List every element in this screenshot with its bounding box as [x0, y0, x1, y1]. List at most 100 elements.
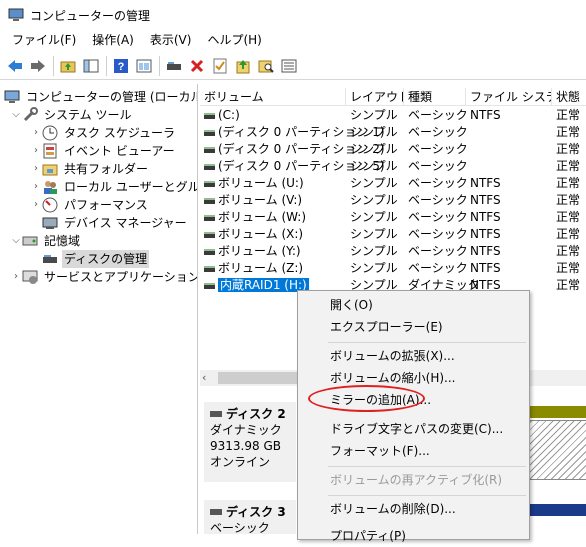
column-volume[interactable]: ボリューム [200, 88, 346, 106]
chevron-right-icon[interactable]: › [30, 124, 42, 142]
chevron-right-icon[interactable]: › [30, 178, 42, 196]
chevron-right-icon[interactable]: › [10, 268, 22, 286]
column-status[interactable]: 状態 [552, 88, 586, 106]
table-row[interactable]: ボリューム (V:) シンプル ベーシック NTFS 正常 [200, 192, 586, 209]
services-icon [22, 269, 38, 285]
menu-file[interactable]: ファイル(F) [4, 30, 84, 50]
disk-3-title: ディスク 3 [210, 504, 290, 520]
volume-name-cell: ボリューム (X:) [200, 226, 303, 243]
menu-help[interactable]: ヘルプ(H) [199, 30, 269, 50]
back-arrow-icon[interactable] [4, 55, 26, 77]
volume-layout-cell: シンプル [350, 227, 398, 241]
table-row[interactable]: ボリューム (Y:) シンプル ベーシック NTFS 正常 [200, 243, 586, 260]
table-row[interactable]: ボリューム (W:) シンプル ベーシック NTFS 正常 [200, 209, 586, 226]
menu-item-explorer[interactable]: エクスプローラー(E) [330, 316, 443, 338]
menu-action[interactable]: 操作(A) [84, 30, 142, 50]
table-row[interactable]: ボリューム (U:) シンプル ベーシック NTFS 正常 [200, 175, 586, 192]
tree-item-shared-folders[interactable]: › 共有フォルダー [30, 160, 150, 178]
table-row[interactable]: (ディスク 0 パーティション 5) シンプル ベーシック 正常 [200, 158, 586, 175]
tree-item-task-scheduler[interactable]: › タスク スケジューラ [30, 124, 177, 142]
menu-item-format[interactable]: フォーマット(F)... [330, 440, 430, 462]
chevron-right-icon[interactable]: › [30, 160, 42, 178]
table-row[interactable]: (ディスク 0 パーティション 1) シンプル ベーシック 正常 [200, 124, 586, 141]
tree-item-local-users[interactable]: › ローカル ユーザーとグループ [30, 178, 197, 196]
toolbar: ? [0, 52, 586, 80]
tree-label: パフォーマンス [64, 198, 148, 212]
properties-icon[interactable] [133, 55, 155, 77]
disk-2-title: ディスク 2 [210, 406, 290, 422]
volume-fs-cell: NTFS [470, 227, 501, 241]
volume-icon [204, 265, 215, 272]
chevron-down-icon[interactable]: ⌵ [10, 232, 22, 250]
tree-item-event-viewer[interactable]: › イベント ビューアー [30, 142, 177, 160]
menu-separator [328, 342, 526, 343]
scroll-left-icon[interactable]: ‹ [202, 371, 206, 384]
table-row[interactable]: ボリューム (Z:) シンプル ベーシック NTFS 正常 [200, 260, 586, 277]
clock-icon [42, 125, 58, 141]
table-row[interactable]: ボリューム (X:) シンプル ベーシック NTFS 正常 [200, 226, 586, 243]
volume-layout-cell: シンプル [350, 176, 398, 190]
disk-2-state: オンライン [210, 455, 271, 469]
list-view-icon[interactable] [278, 55, 300, 77]
menu-item-delete-volume[interactable]: ボリュームの削除(D)... [330, 498, 456, 520]
disk-2-name: ディスク 2 [226, 407, 286, 421]
show-hide-tree-icon[interactable] [80, 55, 102, 77]
volume-icon [204, 112, 215, 119]
column-layout[interactable]: レイアウト [346, 88, 404, 106]
up-folder-icon[interactable] [57, 55, 79, 77]
column-type[interactable]: 種類 [404, 88, 466, 106]
performance-icon [42, 197, 58, 213]
chevron-right-icon[interactable]: › [30, 196, 42, 214]
connect-drive-icon[interactable] [163, 55, 185, 77]
menu-item-reactivate-volume: ボリュームの再アクティブ化(R) [330, 473, 503, 487]
tree-item-device-manager[interactable]: デバイス マネージャー [42, 214, 189, 232]
tree-item-root[interactable]: コンピューターの管理 (ローカル) [4, 88, 198, 106]
tree-item-system-tools[interactable]: ⌵ システム ツール [10, 106, 133, 124]
disk-3-info[interactable]: ディスク 3 ベーシック [204, 500, 296, 534]
chevron-down-icon[interactable]: ⌵ [10, 106, 22, 124]
tree-label: デバイス マネージャー [64, 216, 187, 230]
computer-management-icon [8, 7, 24, 23]
volume-icon [204, 282, 215, 289]
tree-label: コンピューターの管理 (ローカル) [26, 90, 198, 104]
menu-item-properties[interactable]: プロパティ(P) [330, 525, 406, 547]
volume-icon [204, 146, 215, 153]
menu-separator [328, 495, 526, 496]
svg-text:?: ? [118, 61, 125, 73]
volume-status-cell: 正常 [556, 142, 581, 156]
menu-view[interactable]: 表示(V) [142, 30, 200, 50]
tree-label: 共有フォルダー [64, 162, 149, 176]
help-icon[interactable]: ? [110, 55, 132, 77]
disk-2-size: 9313.98 GB [210, 439, 281, 453]
volume-type-cell: ベーシック [408, 142, 468, 156]
forward-arrow-icon[interactable] [27, 55, 49, 77]
volume-name: ボリューム (W:) [218, 210, 307, 224]
volume-type-cell: ベーシック [408, 176, 468, 190]
tree-item-performance[interactable]: › パフォーマンス [30, 196, 150, 214]
tree-item-services-apps[interactable]: › サービスとアプリケーション [10, 268, 197, 286]
tree-label: 記憶域 [44, 234, 81, 248]
volume-status-cell: 正常 [556, 125, 581, 139]
menu-item-extend-volume[interactable]: ボリュームの拡張(X)... [330, 345, 455, 367]
menu-item-change-drive-letter[interactable]: ドライブ文字とパスの変更(C)... [330, 418, 503, 440]
tree-item-storage[interactable]: ⌵ 記憶域 [10, 232, 82, 250]
volume-name-cell: (C:) [200, 107, 240, 124]
column-filesystem[interactable]: ファイル システム [466, 88, 552, 106]
volume-icon [204, 180, 215, 187]
chevron-right-icon[interactable]: › [30, 142, 42, 160]
volume-name-cell: ボリューム (V:) [200, 192, 302, 209]
volume-icon [204, 214, 215, 221]
volume-type-cell: ベーシック [408, 227, 468, 241]
search-folder-icon[interactable] [255, 55, 277, 77]
tree-item-disk-management[interactable]: ディスクの管理 [42, 250, 150, 268]
delete-icon[interactable] [186, 55, 208, 77]
disk-2-info[interactable]: ディスク 2 ダイナミック 9313.98 GB オンライン [204, 402, 296, 482]
disk-icon [210, 509, 222, 515]
table-row[interactable]: (C:) シンプル ベーシック NTFS 正常 [200, 107, 586, 124]
folder-up-icon[interactable] [232, 55, 254, 77]
table-row[interactable]: (ディスク 0 パーティション 2) シンプル ベーシック 正常 [200, 141, 586, 158]
menu-item-open[interactable]: 開く(O) [330, 294, 373, 316]
volume-status-cell: 正常 [556, 176, 581, 190]
volume-name-cell: 内蔵RAID1 (H:) [200, 277, 309, 294]
check-icon[interactable] [209, 55, 231, 77]
